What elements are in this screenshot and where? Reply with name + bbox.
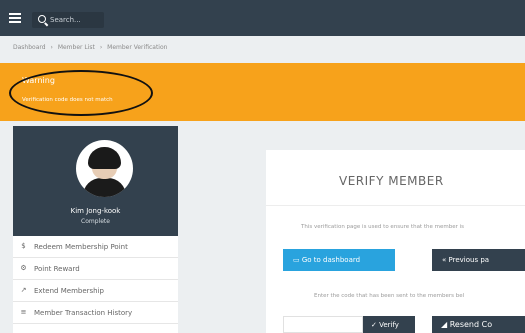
verification-code-input[interactable] xyxy=(283,316,363,333)
menu-item-member-transaction-history[interactable]: ≡ Member Transaction History xyxy=(13,302,178,324)
panel-description: This verification page is used to ensure… xyxy=(301,224,464,230)
send-icon: ◢ xyxy=(441,320,450,329)
go-to-dashboard-button[interactable]: ▭ Go to dashboard xyxy=(283,249,395,271)
menu-item-point-reward[interactable]: ⚙ Point Reward xyxy=(13,258,178,280)
breadcrumb-dashboard[interactable]: Dashboard xyxy=(13,44,46,51)
verify-member-panel: VERIFY MEMBER This verification page is … xyxy=(266,150,525,333)
resend-code-button[interactable]: ◢ Resend Co xyxy=(432,316,525,333)
list-icon: ≡ xyxy=(20,308,27,316)
menu-item-extend-membership[interactable]: ↗ Extend Membership xyxy=(13,280,178,302)
breadcrumb-separator: › xyxy=(50,44,53,51)
top-navigation-bar xyxy=(0,0,525,36)
breadcrumb-member-list[interactable]: Member List xyxy=(58,44,95,51)
previous-page-button[interactable]: « Previous pa xyxy=(432,249,525,271)
menu-item-label: Point Reward xyxy=(34,265,80,273)
gear-icon: ⚙ xyxy=(20,264,27,272)
menu-item-redeem-membership-point[interactable]: $ Redeem Membership Point xyxy=(13,236,178,258)
search-icon xyxy=(38,15,46,23)
avatar-hair xyxy=(88,147,121,169)
breadcrumb: Dashboard › Member List › Member Verific… xyxy=(13,44,170,51)
monitor-icon: ▭ xyxy=(293,256,302,264)
side-menu: $ Redeem Membership Point ⚙ Point Reward… xyxy=(13,236,178,333)
profile-card: Kim Jong-kook Complete xyxy=(13,126,178,236)
highlight-annotation-circle xyxy=(9,70,153,116)
verify-button[interactable]: ✓ Verify xyxy=(363,316,415,333)
menu-item-label: Member Transaction History xyxy=(34,309,133,317)
hamburger-menu-icon[interactable] xyxy=(9,13,21,23)
arrow-icon: ↗ xyxy=(20,286,27,294)
previous-page-label: Previous pa xyxy=(448,256,490,264)
enter-code-instruction: Enter the code that has been sent to the… xyxy=(314,293,465,299)
menu-item-label: Extend Membership xyxy=(34,287,104,295)
panel-title: VERIFY MEMBER xyxy=(339,174,444,188)
search-input[interactable] xyxy=(50,13,102,27)
breadcrumb-member-verification: Member Verification xyxy=(107,44,168,51)
dollar-icon: $ xyxy=(21,242,26,250)
menu-item-label: Redeem Membership Point xyxy=(34,243,128,251)
go-to-dashboard-label: Go to dashboard xyxy=(301,256,361,264)
panel-divider xyxy=(266,205,525,206)
resend-code-label: Resend Co xyxy=(449,320,493,329)
avatar xyxy=(76,140,133,197)
profile-name: Kim Jong-kook xyxy=(70,207,121,215)
breadcrumb-separator: › xyxy=(99,44,103,51)
avatar-shirt xyxy=(83,178,126,197)
search-box[interactable] xyxy=(32,12,104,28)
profile-status: Complete xyxy=(81,218,110,225)
